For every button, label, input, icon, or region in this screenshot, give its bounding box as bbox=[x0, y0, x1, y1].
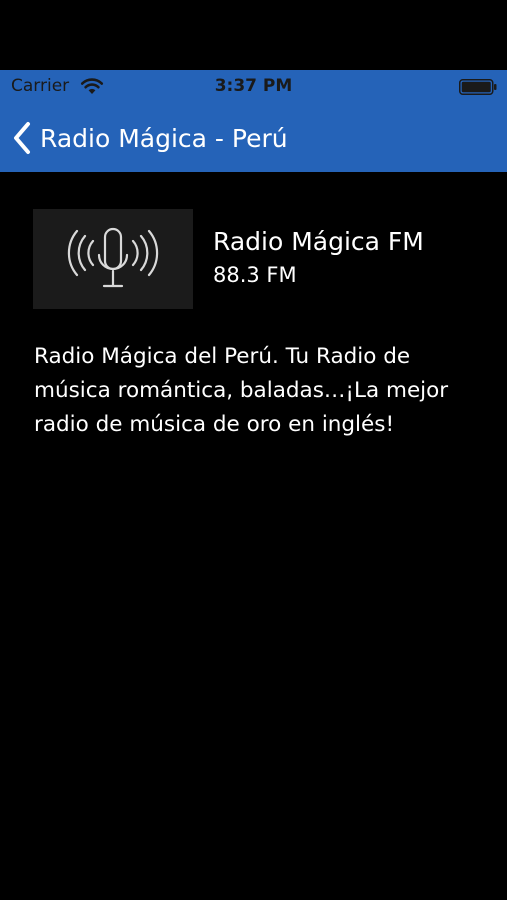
station-logo bbox=[33, 209, 193, 309]
chevron-left-icon bbox=[14, 122, 30, 154]
navigation-bar: Radio Mágica - Perú bbox=[0, 104, 507, 172]
app-screen: Carrier 3:37 PM Radio Mágica - Perú Radi… bbox=[0, 0, 507, 900]
station-name: Radio Mágica FM bbox=[213, 227, 424, 256]
status-bar: Carrier 3:37 PM bbox=[0, 70, 507, 104]
station-description: Radio Mágica del Perú. Tu Radio de músic… bbox=[34, 344, 449, 437]
station-frequency: 88.3 FM bbox=[213, 263, 297, 287]
battery-icon bbox=[459, 79, 497, 95]
nav-title: Radio Mágica - Perú bbox=[40, 123, 288, 153]
header: Carrier 3:37 PM Radio Mágica - Perú bbox=[0, 70, 507, 172]
station-card: Radio Mágica FM 88.3 FM bbox=[33, 209, 493, 310]
back-button[interactable]: Radio Mágica - Perú bbox=[12, 118, 288, 158]
top-spacer bbox=[0, 0, 507, 70]
microphone-broadcast-icon bbox=[67, 227, 159, 288]
status-time: 3:37 PM bbox=[214, 76, 293, 96]
